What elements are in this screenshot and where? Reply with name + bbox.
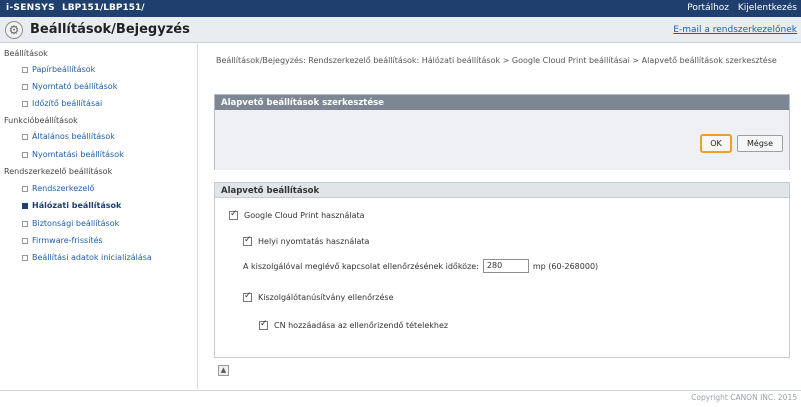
sidebar-item-print-settings[interactable]: Nyomtatási beállítások bbox=[22, 150, 124, 159]
sidebar-section-admin: Rendszerkezelő beállítások bbox=[4, 167, 113, 176]
gear-icon: ⚙ bbox=[5, 21, 23, 39]
sidebar-item-label: Nyomtató beállítások bbox=[32, 82, 118, 91]
verify-cert-row: Kiszolgálótanúsítvány ellenőrzése bbox=[243, 291, 394, 302]
ok-button[interactable]: OK bbox=[700, 134, 732, 153]
timeout-unit: mp (60-268000) bbox=[532, 261, 599, 271]
basic-settings-panel: Alapvető beállítások Google Cloud Print … bbox=[214, 182, 790, 358]
sidebar-item-security[interactable]: Biztonsági beállítások bbox=[22, 219, 119, 228]
use-gcp-checkbox[interactable] bbox=[229, 209, 238, 220]
local-print-label: Helyi nyomtatás használata bbox=[258, 237, 370, 246]
page-top-icon[interactable]: ▲ bbox=[218, 365, 229, 376]
sidebar-item-label: Nyomtatási beállítások bbox=[32, 150, 124, 159]
sidebar-item-init[interactable]: Beállítási adatok inicializálása bbox=[22, 253, 152, 262]
verify-cert-checkbox[interactable] bbox=[243, 291, 252, 302]
sidebar-item-general[interactable]: Általános beállítások bbox=[22, 132, 115, 141]
add-cn-row: CN hozzáadása az ellenőrizendő tételekhe… bbox=[259, 319, 449, 330]
portal-link[interactable]: Portálhoz bbox=[687, 3, 729, 13]
local-print-row: Helyi nyomtatás használata bbox=[243, 235, 370, 246]
sidebar: Beállítások Papírbeállítások Nyomtató be… bbox=[0, 44, 198, 389]
sidebar-section-settings: Beállítások bbox=[4, 49, 48, 58]
sidebar-item-label: Biztonsági beállítások bbox=[32, 219, 120, 228]
use-gcp-label: Google Cloud Print használata bbox=[244, 211, 365, 220]
copyright: Copyright CANON INC. 2015 bbox=[691, 393, 797, 402]
bullet-icon bbox=[22, 220, 28, 227]
page-header: ⚙ Beállítások/Bejegyzés E-mail a rendsze… bbox=[0, 17, 801, 43]
timeout-row: A kiszolgálóval meglévő kapcsolat ellenő… bbox=[243, 259, 598, 273]
edit-panel: Alapvető beállítások szerkesztése OK Még… bbox=[214, 94, 790, 170]
main-content: Beállítások/Bejegyzés: Rendszerkezelő be… bbox=[204, 44, 801, 389]
basic-settings-title: Alapvető beállítások bbox=[215, 183, 789, 198]
sidebar-item-label: Firmware-frissítés bbox=[32, 236, 103, 245]
bullet-icon bbox=[22, 66, 28, 73]
bullet-icon bbox=[22, 202, 28, 209]
sidebar-item-label: Időzítő beállításai bbox=[32, 99, 103, 108]
bullet-icon bbox=[22, 133, 28, 140]
brand-label: i-SENSYS bbox=[6, 3, 55, 13]
bullet-icon bbox=[22, 237, 28, 244]
add-cn-checkbox[interactable] bbox=[259, 319, 268, 330]
sidebar-item-printer[interactable]: Nyomtató beállítások bbox=[22, 82, 117, 91]
sidebar-item-label: Általános beállítások bbox=[32, 132, 115, 141]
local-print-checkbox[interactable] bbox=[243, 235, 252, 246]
bullet-icon bbox=[22, 254, 28, 261]
bullet-icon bbox=[22, 151, 28, 158]
top-links: Portálhoz Kijelentkezés bbox=[681, 3, 797, 13]
bullet-icon bbox=[22, 83, 28, 90]
model-label: LBP151/LBP151/ bbox=[62, 3, 145, 13]
timeout-input[interactable]: 280 bbox=[482, 259, 529, 273]
top-bar: i-SENSYS LBP151/LBP151/ Portálhoz Kijele… bbox=[0, 0, 801, 17]
bullet-icon bbox=[22, 185, 28, 192]
add-cn-label: CN hozzáadása az ellenőrizendő tételekhe… bbox=[274, 321, 449, 330]
sidebar-item-firmware[interactable]: Firmware-frissítés bbox=[22, 236, 103, 245]
bullet-icon bbox=[22, 100, 28, 107]
sidebar-item-timer[interactable]: Időzítő beállításai bbox=[22, 99, 102, 108]
email-admin-link[interactable]: E-mail a rendszerkezelőnek bbox=[673, 25, 797, 35]
sidebar-item-paper[interactable]: Papírbeállítások bbox=[22, 65, 95, 74]
footer-divider bbox=[0, 390, 801, 391]
sidebar-item-label: Papírbeállítások bbox=[32, 65, 96, 74]
sidebar-item-network[interactable]: Hálózati beállítások bbox=[22, 201, 121, 210]
sidebar-item-admin[interactable]: Rendszerkezelő bbox=[22, 184, 94, 193]
use-gcp-row: Google Cloud Print használata bbox=[229, 209, 365, 220]
edit-panel-title: Alapvető beállítások szerkesztése bbox=[215, 95, 789, 110]
sidebar-item-label: Rendszerkezelő bbox=[32, 184, 95, 193]
page-title: Beállítások/Bejegyzés bbox=[30, 22, 190, 37]
timeout-label: A kiszolgálóval meglévő kapcsolat ellenő… bbox=[243, 261, 479, 271]
breadcrumb: Beállítások/Bejegyzés: Rendszerkezelő be… bbox=[216, 56, 777, 65]
logout-link[interactable]: Kijelentkezés bbox=[738, 3, 797, 13]
sidebar-item-label: Beállítási adatok inicializálása bbox=[32, 253, 152, 262]
cancel-button[interactable]: Mégse bbox=[737, 135, 783, 152]
sidebar-section-functions: Funkcióbeállítások bbox=[4, 116, 78, 125]
sidebar-item-label: Hálózati beállítások bbox=[32, 201, 122, 210]
verify-cert-label: Kiszolgálótanúsítvány ellenőrzése bbox=[258, 293, 394, 302]
